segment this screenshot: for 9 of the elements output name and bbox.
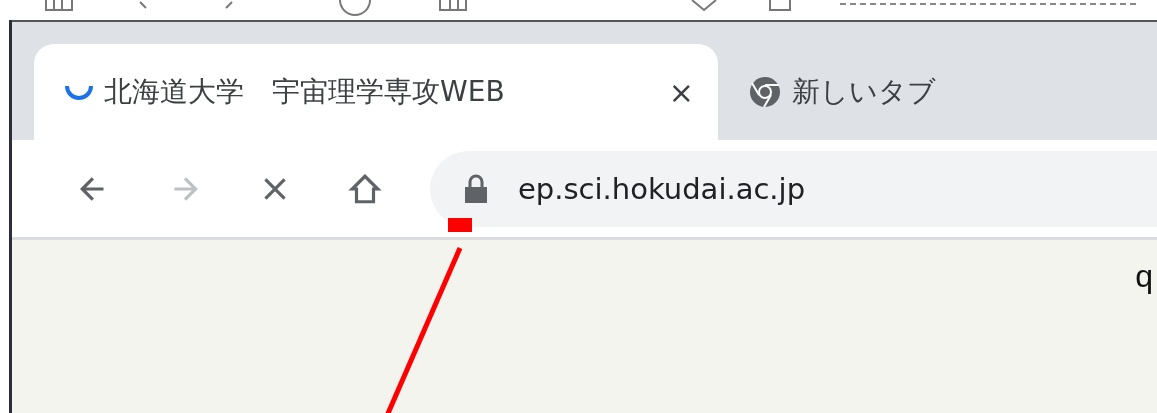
browser-tab[interactable]: 北海道大学 宇宙理学専攻WEB × [34,44,718,140]
page-text: q [1135,258,1153,296]
loading-spinner-icon [64,84,94,100]
browser-logo-icon [748,75,782,109]
home-icon [348,171,382,206]
close-button[interactable]: × [662,74,700,110]
address-bar[interactable]: ep.sci.hokudai.ac.jp [430,150,1157,227]
browser-tab[interactable]: 新しいタブ [718,44,954,140]
url-text: ep.sci.hokudai.ac.jp [518,171,806,206]
